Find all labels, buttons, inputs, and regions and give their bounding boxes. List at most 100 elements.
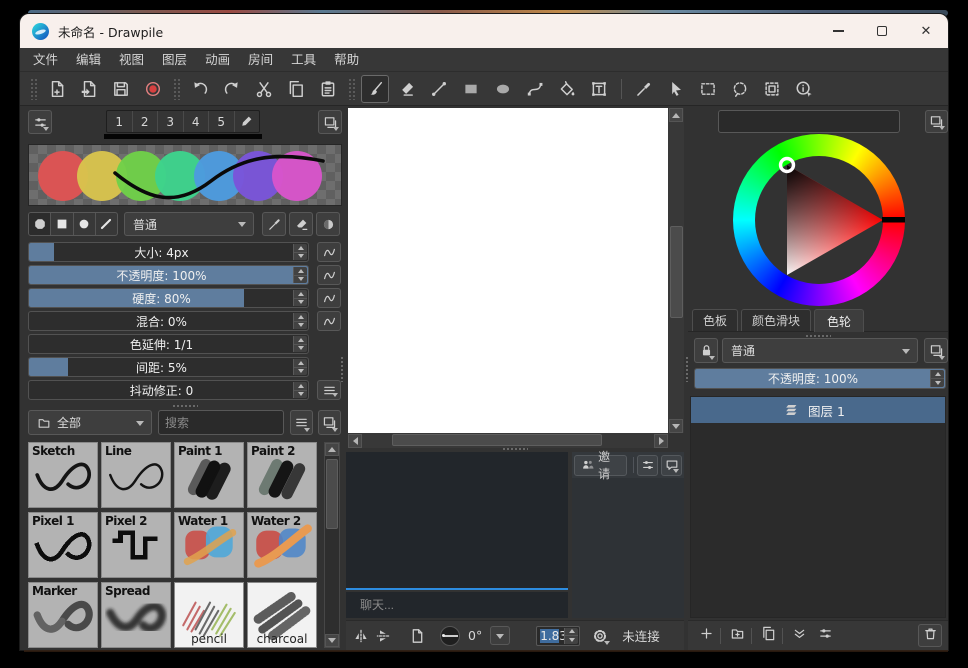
color-tab-2[interactable]: 颜色滑块 xyxy=(741,309,811,331)
scroll-left-button[interactable] xyxy=(348,434,362,448)
brush-preset-pixel-1[interactable]: Pixel 1 xyxy=(28,512,98,578)
brush-slider-1[interactable]: 大小: 4px xyxy=(28,242,309,262)
scroll-thumb[interactable] xyxy=(326,459,338,529)
scroll-down-button[interactable] xyxy=(669,419,683,433)
dock-splitter-handle[interactable] xyxy=(172,404,198,409)
preset-scrollbar[interactable] xyxy=(324,442,340,648)
tool-curve-button[interactable] xyxy=(521,75,549,103)
menu-item-7[interactable]: 工具 xyxy=(282,48,325,71)
preset-folder-dropdown[interactable]: 全部 xyxy=(28,410,152,435)
tool-line-button[interactable] xyxy=(425,75,453,103)
rotation-dropdown-button[interactable] xyxy=(490,626,510,645)
brush-slot-5[interactable]: 5 xyxy=(208,111,234,132)
color-tab-3[interactable]: 色轮 xyxy=(814,309,864,332)
tool-color-picker-button[interactable] xyxy=(630,75,658,103)
fit-page-button[interactable] xyxy=(406,625,428,647)
slider-spinner[interactable] xyxy=(293,244,307,260)
sliders-icon-holder[interactable] xyxy=(28,110,52,134)
brush-slot-eraser[interactable] xyxy=(234,111,260,132)
tool-brush-button[interactable] xyxy=(361,75,389,103)
brush-preset-pencil[interactable]: pencil xyxy=(174,582,244,648)
slider-menu-button[interactable] xyxy=(317,380,341,400)
color-name-field[interactable] xyxy=(718,110,900,133)
tool-ellipse-button[interactable] xyxy=(489,75,517,103)
canvas-vertical-scrollbar[interactable] xyxy=(668,108,684,433)
flip-canvas-button[interactable] xyxy=(372,625,394,647)
menu-item-3[interactable]: 视图 xyxy=(110,48,153,71)
brush-slider-2[interactable]: 不透明度: 100% xyxy=(28,265,309,285)
color-tab-1[interactable]: 色板 xyxy=(692,309,738,331)
menu-item-2[interactable]: 编辑 xyxy=(67,48,110,71)
tool-select-rectangle-button[interactable] xyxy=(694,75,722,103)
layer-row-1[interactable]: 图层 1 xyxy=(691,397,945,423)
minimize-button[interactable] xyxy=(816,14,860,48)
brush-preset-sketch[interactable]: Sketch xyxy=(28,442,98,508)
add-layer-button[interactable] xyxy=(694,624,718,647)
tool-text-button[interactable] xyxy=(585,75,613,103)
tool-record-button[interactable] xyxy=(139,75,167,103)
mirror-canvas-button[interactable] xyxy=(350,625,372,647)
brush-slider-4[interactable]: 混合: 0% xyxy=(28,311,309,331)
scroll-thumb[interactable] xyxy=(670,226,683,318)
tip-stroke-button[interactable] xyxy=(95,213,117,235)
brush-blend-dropdown[interactable]: 普通 xyxy=(124,212,254,236)
tool-cut-button[interactable] xyxy=(250,75,278,103)
brush-slider-6[interactable]: 间距: 5% xyxy=(28,357,309,377)
left-dock-splitter[interactable] xyxy=(340,356,345,382)
color-wheel[interactable] xyxy=(733,134,905,306)
merge-layer-button[interactable] xyxy=(787,624,811,647)
brush-preset-charcoal[interactable]: charcoal xyxy=(247,582,317,648)
pressure-curve-button[interactable] xyxy=(317,288,341,308)
tool-rectangle-button[interactable] xyxy=(457,75,485,103)
session-settings-button[interactable] xyxy=(637,455,658,476)
layer-dock-panel-button[interactable] xyxy=(924,338,948,363)
brush-slider-7[interactable]: 抖动修正: 0 xyxy=(28,380,309,400)
menu-item-8[interactable]: 帮助 xyxy=(325,48,368,71)
tool-pointer-button[interactable] xyxy=(662,75,690,103)
slider-spinner[interactable] xyxy=(293,336,307,352)
invite-button[interactable]: 邀请 xyxy=(574,455,627,476)
drawing-canvas[interactable] xyxy=(348,108,668,433)
preset-search-input[interactable] xyxy=(158,410,284,435)
tool-fill-button[interactable] xyxy=(553,75,581,103)
brush-slider-5[interactable]: 色延伸: 1/1 xyxy=(28,334,309,354)
scroll-up-button[interactable] xyxy=(669,108,683,122)
brush-preset-water-2[interactable]: Water 2 xyxy=(247,512,317,578)
maximize-button[interactable] xyxy=(860,14,904,48)
brush-slot-3[interactable]: 3 xyxy=(157,111,183,132)
brush-preset-pixel-2[interactable]: Pixel 2 xyxy=(101,512,171,578)
tool-eraser-button[interactable] xyxy=(393,75,421,103)
brush-preset-paint-2[interactable]: Paint 2 xyxy=(247,442,317,508)
tool-open-file-button[interactable] xyxy=(75,75,103,103)
brush-preset-marker[interactable]: Marker xyxy=(28,582,98,648)
tip-circle-button[interactable] xyxy=(73,213,95,235)
tool-redo-button[interactable] xyxy=(218,75,246,103)
menu-item-1[interactable]: 文件 xyxy=(24,48,67,71)
brush-slider-3[interactable]: 硬度: 80% xyxy=(28,288,309,308)
layer-properties-button[interactable] xyxy=(813,624,837,647)
scroll-right-button[interactable] xyxy=(654,434,668,448)
opacity-spinner[interactable] xyxy=(930,370,944,387)
delete-layer-button[interactable] xyxy=(918,624,942,647)
brush-slot-2[interactable]: 2 xyxy=(132,111,158,132)
tool-select-lasso-button[interactable] xyxy=(726,75,754,103)
tool-copy-button[interactable] xyxy=(282,75,310,103)
tool-new-file-button[interactable] xyxy=(43,75,71,103)
zoom-spinbox[interactable]: 1.83 xyxy=(536,626,580,646)
tip-blob-button[interactable] xyxy=(29,213,50,235)
brush-preset-paint-1[interactable]: Paint 1 xyxy=(174,442,244,508)
canvas-horizontal-scrollbar[interactable] xyxy=(348,433,668,448)
layer-opacity-slider[interactable]: 不透明度: 100% xyxy=(694,368,946,389)
tool-save-button[interactable] xyxy=(107,75,135,103)
brush-preset-water-1[interactable]: Water 1 xyxy=(174,512,244,578)
tool-inspect-button[interactable] xyxy=(790,75,818,103)
color-dock-panel-button[interactable] xyxy=(925,110,948,133)
brush-preset-line[interactable]: Line xyxy=(101,442,171,508)
slider-spinner[interactable] xyxy=(293,313,307,329)
add-group-button[interactable] xyxy=(725,624,749,647)
menu-item-6[interactable]: 房间 xyxy=(239,48,282,71)
slider-spinner[interactable] xyxy=(293,267,307,283)
brush-slot-1[interactable]: 1 xyxy=(107,111,132,132)
preset-panel-button[interactable] xyxy=(318,410,341,435)
slider-spinner[interactable] xyxy=(293,382,307,398)
